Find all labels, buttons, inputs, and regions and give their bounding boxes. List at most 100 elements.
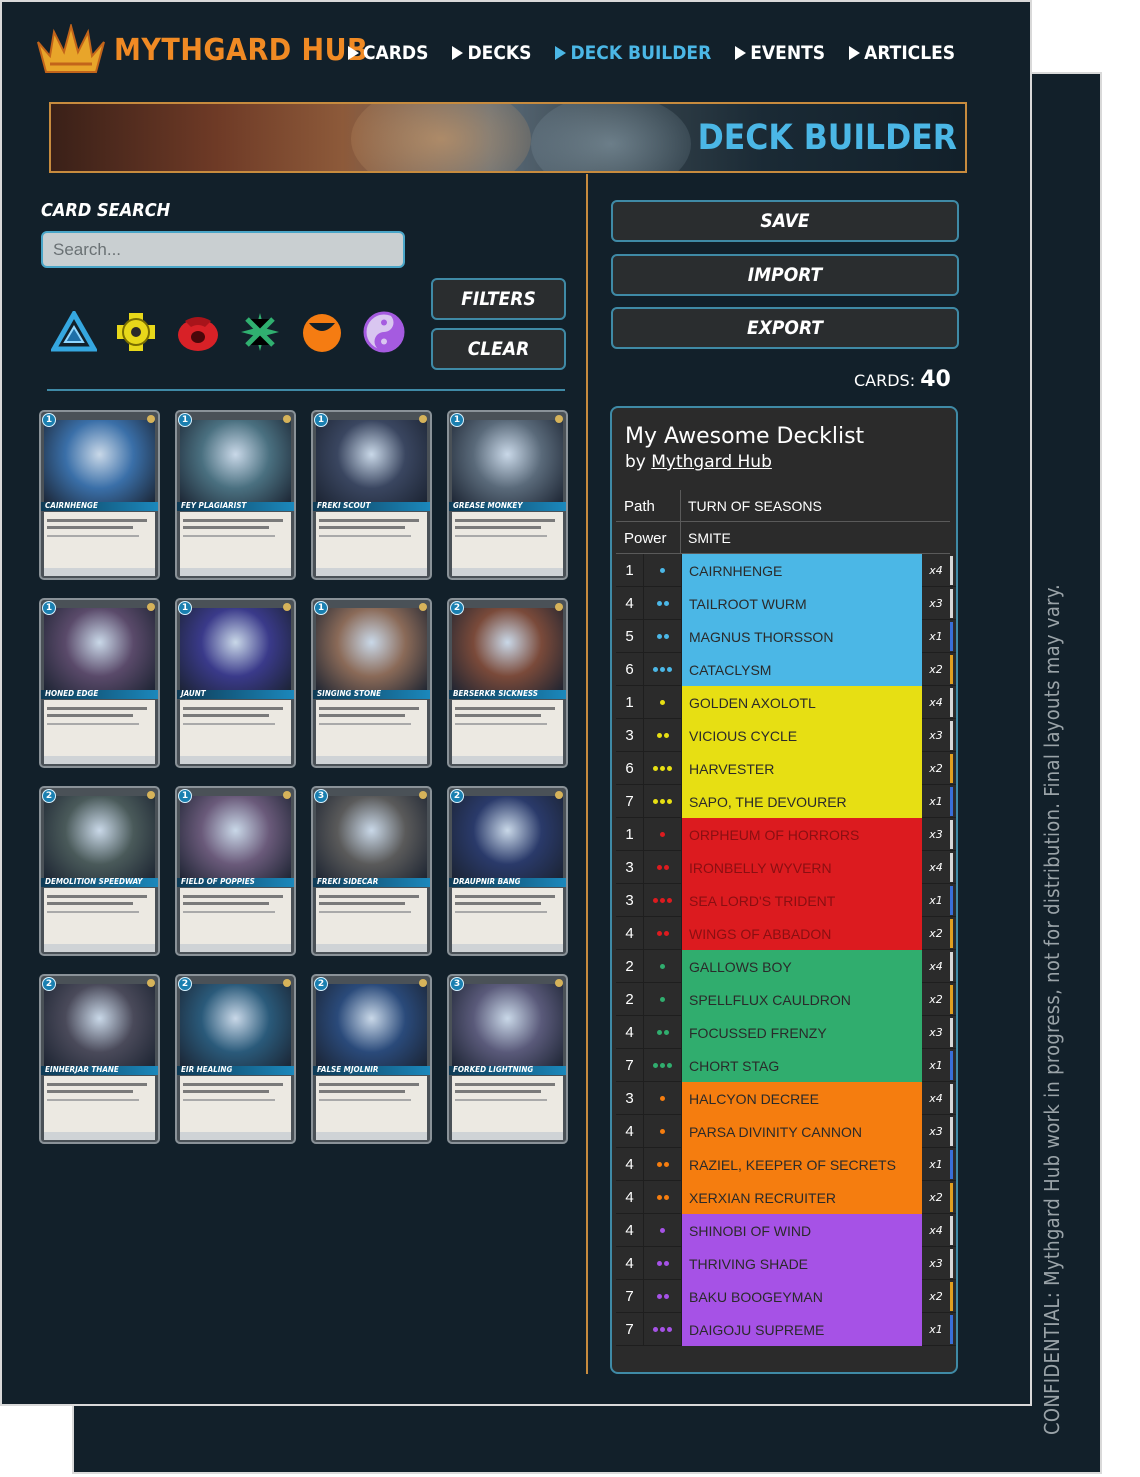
deck-entry-row[interactable]: 3 IRONBELLY WYVERN x4 <box>616 851 956 884</box>
nav-articles[interactable]: ARTICLES <box>849 42 955 64</box>
deck-entry-row[interactable]: 4 XERXIAN RECRUITER x2 <box>616 1181 956 1214</box>
card-tile[interactable]: 2 FALSE MJOLNIR <box>311 974 432 1144</box>
card-art <box>316 420 427 506</box>
entry-gems <box>644 950 682 983</box>
card-tile[interactable]: 3 FORKED LIGHTNING <box>447 974 568 1144</box>
faction-filter-orange[interactable] <box>298 308 346 356</box>
faction-filter-yellow[interactable] <box>112 308 160 356</box>
search-input[interactable] <box>41 231 405 268</box>
card-text-line <box>455 911 547 913</box>
deck-entry-row[interactable]: 4 TAILROOT WURM x3 <box>616 587 956 620</box>
entry-quantity: x3 <box>929 1125 943 1138</box>
deck-entry-row[interactable]: 1 GOLDEN AXOLOTL x4 <box>616 686 956 719</box>
deck-entry-row[interactable]: 3 HALCYON DECREE x4 <box>616 1082 956 1115</box>
green-leaf-icon <box>241 313 279 351</box>
card-type-bar <box>452 1132 563 1140</box>
faction-filter-red[interactable] <box>174 308 222 356</box>
card-tile[interactable]: 1 SINGING STONE <box>311 598 432 768</box>
card-tile[interactable]: 1 CAIRNHENGE <box>39 410 160 580</box>
card-tile[interactable]: 2 EIR HEALING <box>175 974 296 1144</box>
deck-entry-row[interactable]: 4 THRIVING SHADE x3 <box>616 1247 956 1280</box>
deck-entry-row[interactable]: 2 SPELLFLUX CAULDRON x2 <box>616 983 956 1016</box>
deck-entry-row[interactable]: 1 CAIRNHENGE x4 <box>616 554 956 587</box>
deck-entry-row[interactable]: 3 SEA LORD'S TRIDENT x1 <box>616 884 956 917</box>
deck-entry-row[interactable]: 5 MAGNUS THORSSON x1 <box>616 620 956 653</box>
entry-name: TAILROOT WURM <box>682 587 922 620</box>
save-button[interactable]: SAVE <box>611 200 959 242</box>
deck-entry-row[interactable]: 7 CHORT STAG x1 <box>616 1049 956 1082</box>
entry-quantity: x3 <box>929 1026 943 1039</box>
path-row[interactable]: Path TURN OF SEASONS <box>616 490 950 522</box>
deck-entry-row[interactable]: 3 VICIOUS CYCLE x3 <box>616 719 956 752</box>
card-tile[interactable]: 2 EINHERJAR THANE <box>39 974 160 1144</box>
deck-entry-row[interactable]: 7 DAIGOJU SUPREME x1 <box>616 1313 956 1346</box>
card-cost: 3 <box>450 977 464 991</box>
nav-events[interactable]: EVENTS <box>735 42 825 64</box>
deck-entry-row[interactable]: 7 BAKU BOOGEYMAN x2 <box>616 1280 956 1313</box>
entry-rarity-marker <box>950 787 953 816</box>
author-link[interactable]: Mythgard Hub <box>651 452 772 472</box>
entry-rarity-marker <box>950 1117 953 1146</box>
deck-entry-row[interactable]: 4 RAZIEL, KEEPER OF SECRETS x1 <box>616 1148 956 1181</box>
card-text-line <box>183 895 283 898</box>
card-tile[interactable]: 1 FIELD OF POPPIES <box>175 786 296 956</box>
card-text-line <box>319 723 411 725</box>
card-tile[interactable]: 1 FEY PLAGIARIST <box>175 410 296 580</box>
faction-filter-green[interactable] <box>236 308 284 356</box>
nav-cards[interactable]: CARDS <box>348 42 428 64</box>
card-tile[interactable]: 2 DRAUPNIR BANG <box>447 786 568 956</box>
entry-cost: 7 <box>616 1313 644 1346</box>
card-tile[interactable]: 1 GREASE MONKEY <box>447 410 568 580</box>
entry-name: SHINOBI OF WIND <box>682 1214 922 1247</box>
entry-gems <box>644 917 682 950</box>
export-button[interactable]: EXPORT <box>611 307 959 349</box>
card-art <box>452 420 563 506</box>
deck-entry-row[interactable]: 1 ORPHEUM OF HORRORS x3 <box>616 818 956 851</box>
deck-entry-row[interactable]: 4 FOCUSSED FRENZY x3 <box>616 1016 956 1049</box>
gem-dot-icon <box>656 931 662 936</box>
deck-entry-row[interactable]: 2 GALLOWS BOY x4 <box>616 950 956 983</box>
card-tile[interactable]: 2 DEMOLITION SPEEDWAY <box>39 786 160 956</box>
nav-deck-builder[interactable]: DECK BUILDER <box>555 42 711 64</box>
entry-rarity-marker <box>950 1150 953 1179</box>
entry-name: CHORT STAG <box>682 1049 922 1082</box>
entry-cost: 2 <box>616 983 644 1016</box>
card-tile[interactable]: 1 FREKI SCOUT <box>311 410 432 580</box>
card-text-line <box>183 714 269 717</box>
card-type-bar <box>44 568 155 576</box>
deck-entry-row[interactable]: 6 HARVESTER x2 <box>616 752 956 785</box>
nav-decks[interactable]: DECKS <box>452 42 531 64</box>
gem-dot-icon <box>660 766 665 771</box>
clear-button[interactable]: CLEAR <box>431 328 566 370</box>
by-label: by <box>625 452 646 472</box>
deck-entry-row[interactable]: 4 PARSA DIVINITY CANNON x3 <box>616 1115 956 1148</box>
faction-filter-blue[interactable] <box>50 308 98 356</box>
gem-dot-icon <box>663 733 669 738</box>
card-art <box>452 796 563 882</box>
card-cost: 3 <box>314 789 328 803</box>
filters-button[interactable]: FILTERS <box>431 278 566 320</box>
entry-rarity-marker <box>950 952 953 981</box>
play-arrow-icon <box>555 46 567 60</box>
card-tile[interactable]: 1 JAUNT <box>175 598 296 768</box>
card-tile[interactable]: 3 FREKI SIDECAR <box>311 786 432 956</box>
decklist-title[interactable]: My Awesome Decklist <box>625 424 864 449</box>
deck-entry-row[interactable]: 4 SHINOBI OF WIND x4 <box>616 1214 956 1247</box>
deck-entry-row[interactable]: 7 SAPO, THE DEVOURER x1 <box>616 785 956 818</box>
card-art <box>44 984 155 1070</box>
card-cost: 2 <box>314 977 328 991</box>
faction-filters <box>50 308 408 356</box>
card-text-line <box>455 1083 555 1086</box>
faction-filter-purple[interactable] <box>360 308 408 356</box>
card-text-line <box>47 535 139 537</box>
entry-cost: 6 <box>616 653 644 686</box>
card-type-bar <box>316 944 427 952</box>
deck-entry-row[interactable]: 6 CATACLYSM x2 <box>616 653 956 686</box>
deck-entry-row[interactable]: 4 WINGS OF ABBADON x2 <box>616 917 956 950</box>
import-button[interactable]: IMPORT <box>611 254 959 296</box>
card-tile[interactable]: 1 HONED EDGE <box>39 598 160 768</box>
logo[interactable]: MYTHGARD HUB <box>36 24 368 76</box>
power-row[interactable]: Power SMITE <box>616 522 950 554</box>
card-tile[interactable]: 2 BERSERKR SICKNESS <box>447 598 568 768</box>
entry-cost: 5 <box>616 620 644 653</box>
